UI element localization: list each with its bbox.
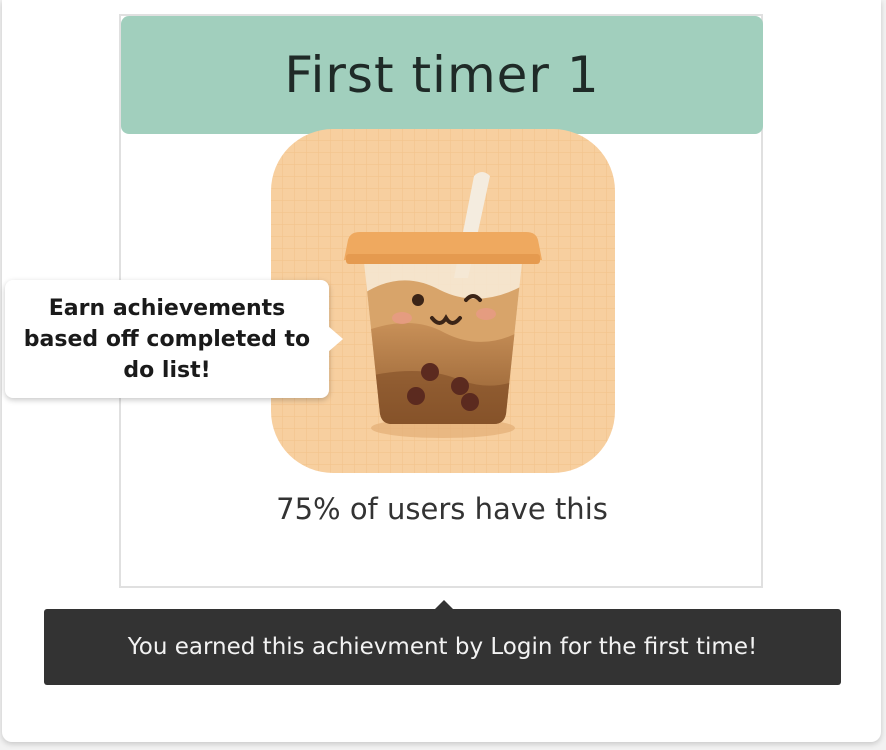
achievement-title: First timer 1 bbox=[284, 46, 600, 104]
achievement-rarity: 75% of users have this bbox=[276, 492, 608, 526]
achievement-tooltip: You earned this achievment by Login for … bbox=[44, 600, 841, 685]
tooltip-text: You earned this achievment by Login for … bbox=[127, 634, 758, 660]
info-callout: Earn achievements based off completed to… bbox=[5, 280, 343, 398]
callout-text: Earn achievements based off completed to… bbox=[23, 295, 311, 383]
achievement-title-bar: First timer 1 bbox=[121, 16, 763, 134]
